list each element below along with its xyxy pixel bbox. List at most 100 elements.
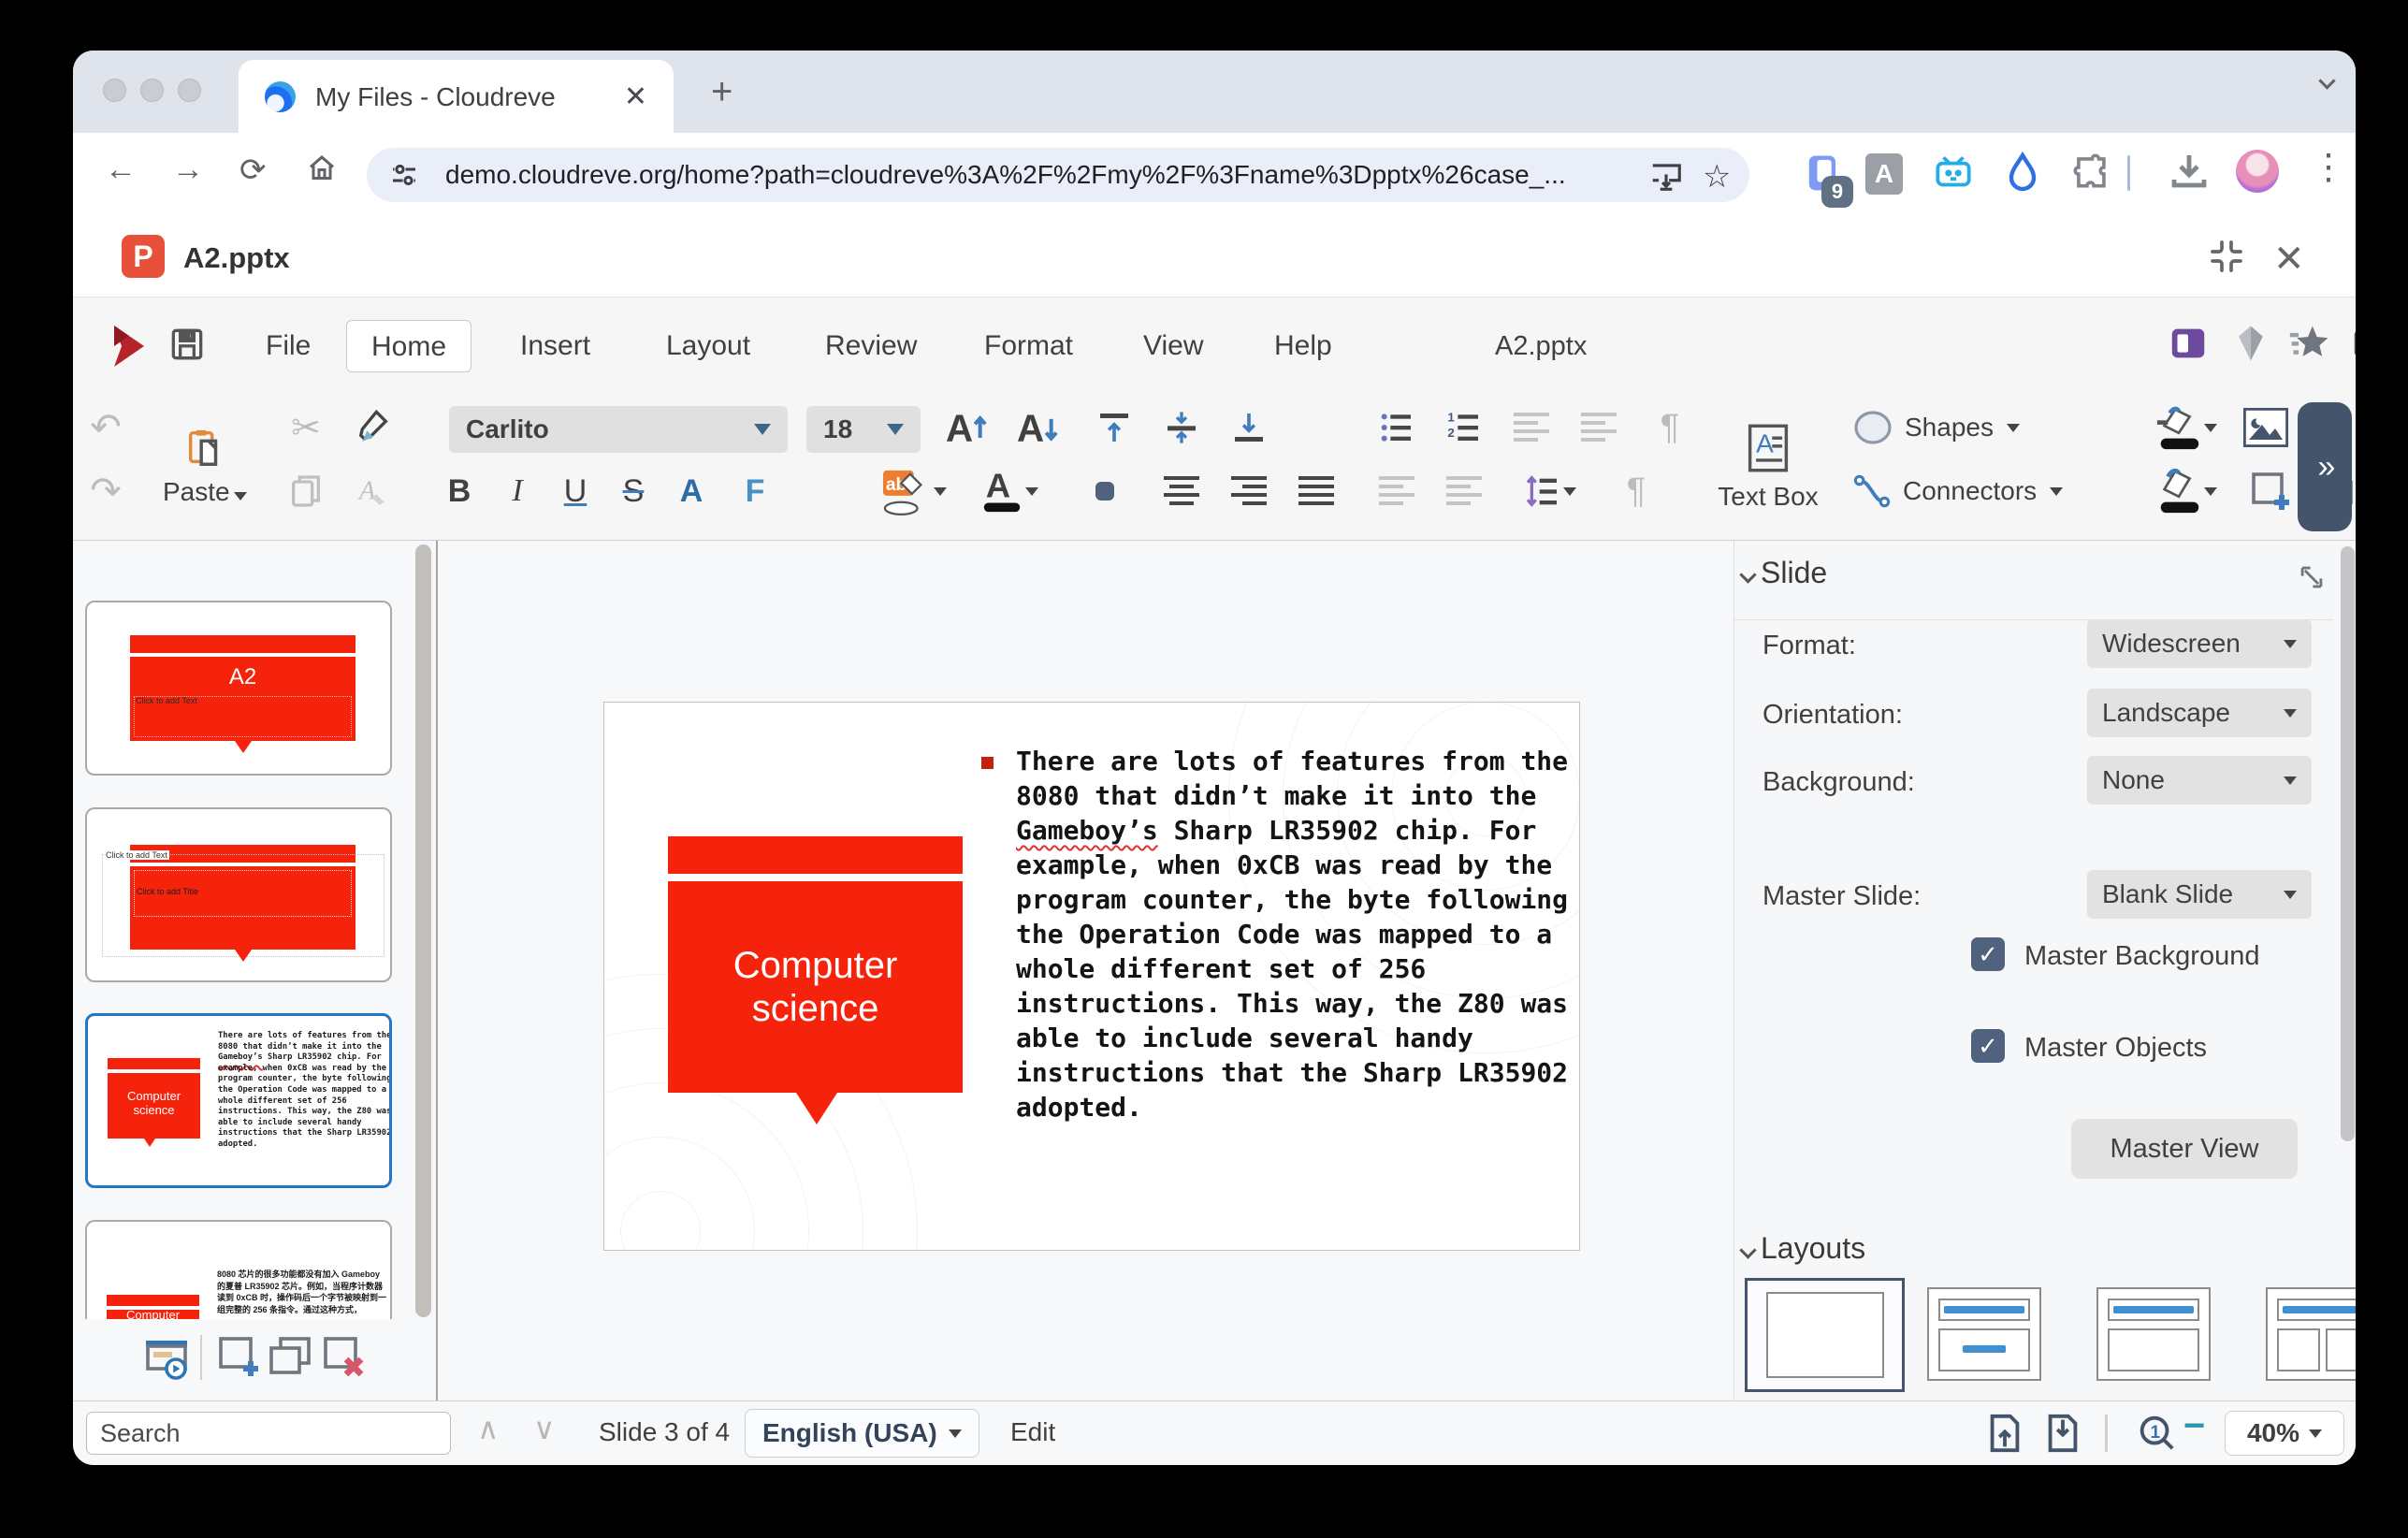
copy-icon[interactable] (277, 464, 335, 518)
underline-icon[interactable]: U (546, 464, 604, 518)
water-drop-extension-icon[interactable] (2000, 150, 2045, 195)
move-up-icon[interactable] (1368, 464, 1426, 518)
tab-close-icon[interactable]: ✕ (624, 80, 647, 113)
slide-thumbnail-3[interactable]: Computer science There are lots of featu… (85, 1013, 392, 1188)
find-next-icon[interactable]: ∨ (533, 1411, 555, 1446)
zoom-100-icon[interactable]: 1 (2135, 1411, 2178, 1456)
paragraph-settings-icon[interactable]: ¶ (1607, 464, 1665, 518)
slide-thumbnail-2[interactable]: Click to add Text Click to add Title (85, 807, 392, 982)
menu-view[interactable]: View (1119, 320, 1227, 372)
numbered-list-icon[interactable]: 12 (1435, 400, 1493, 455)
language-button[interactable]: English (USA) (745, 1409, 979, 1458)
start-slideshow-icon[interactable] (142, 1333, 191, 1380)
bilibili-extension-icon[interactable] (1930, 150, 1977, 196)
search-input[interactable] (86, 1412, 451, 1455)
layout-two-content[interactable] (2266, 1287, 2356, 1381)
shape-fill-color-button[interactable] (2139, 464, 2232, 518)
favorites-star-icon[interactable] (2288, 322, 2333, 365)
add-slide-icon[interactable] (2241, 464, 2299, 518)
collapse-layouts-section-icon[interactable] (1742, 1244, 1754, 1261)
profile-avatar[interactable] (2236, 150, 2279, 193)
minimize-traffic-light[interactable] (140, 79, 164, 102)
master-objects-checkbox[interactable]: ✓ (1971, 1029, 2005, 1063)
zoom-out-icon[interactable]: − (2183, 1405, 2205, 1447)
move-down-icon[interactable] (1435, 464, 1493, 518)
strikethrough-icon[interactable]: S (604, 464, 662, 518)
orientation-select[interactable]: Landscape (2087, 689, 2312, 737)
layout-blank-selected[interactable] (1745, 1278, 1905, 1392)
connectors-button[interactable]: Connectors (1850, 464, 2122, 518)
layout-title-content[interactable] (1927, 1287, 2041, 1381)
menu-layout[interactable]: Layout (642, 320, 775, 372)
master-view-button[interactable]: Master View (2071, 1119, 2298, 1179)
collapse-slide-section-icon[interactable] (1742, 569, 1754, 586)
master-background-checkbox[interactable]: ✓ (1971, 937, 2005, 971)
back-icon[interactable]: ← (105, 152, 137, 188)
expand-toolbar-button[interactable]: » (2298, 402, 2352, 531)
insert-paragraph-icon[interactable]: ¶ (1641, 400, 1699, 455)
format-select[interactable]: Widescreen (2087, 619, 2312, 668)
text-box-button[interactable]: A Text Box (1693, 399, 1843, 535)
background-select[interactable]: None (2087, 756, 2312, 805)
fit-slide-icon[interactable] (1983, 1411, 2026, 1456)
redo-icon[interactable]: ↷ (77, 464, 135, 518)
slide-fill-color-button[interactable] (2139, 400, 2232, 455)
find-previous-icon[interactable]: ∧ (477, 1411, 499, 1446)
bookmark-star-icon[interactable]: ☆ (1703, 158, 1731, 196)
exit-fullscreen-icon[interactable] (2208, 238, 2245, 275)
copy-style-icon[interactable] (344, 400, 402, 455)
shapes-button[interactable]: Shapes (1850, 400, 2084, 455)
card-panel-icon[interactable] (2348, 322, 2356, 365)
text-effect-a-icon[interactable]: A (662, 464, 720, 518)
menu-review[interactable]: Review (801, 320, 941, 372)
extensions-puzzle-icon[interactable] (2069, 150, 2114, 195)
increase-font-size-icon[interactable]: A (937, 400, 995, 455)
cut-icon[interactable]: ✂ (277, 400, 335, 455)
save-icon[interactable] (167, 324, 208, 365)
delete-slide-icon[interactable] (320, 1333, 369, 1380)
align-bottom-icon[interactable] (1220, 400, 1278, 455)
slide-title-callout[interactable]: Computer science (668, 881, 963, 1093)
font-color-button[interactable]: A (964, 464, 1053, 518)
open-advanced-settings-icon[interactable] (2296, 561, 2328, 593)
align-justify-icon[interactable] (1287, 464, 1345, 518)
browser-menu-kebab-icon[interactable]: ⋮ (2311, 146, 2346, 188)
line-spacing-button[interactable] (1506, 464, 1592, 518)
theme-panel-icon[interactable] (2167, 322, 2210, 365)
url-bar[interactable]: demo.cloudreve.org/home?path=cloudreve%3… (367, 148, 1749, 202)
fit-width-icon[interactable] (2041, 1411, 2084, 1456)
tab-search-chevron-icon[interactable] (2321, 75, 2333, 92)
letter-a-extension-icon[interactable]: A (1865, 153, 1903, 195)
zoom-level-select[interactable]: 40% (2225, 1411, 2344, 1456)
text-effect-f-icon[interactable]: F (726, 464, 784, 518)
reload-icon[interactable]: ⟳ (239, 152, 267, 189)
install-app-icon[interactable] (1648, 158, 1684, 194)
zoom-traffic-light[interactable] (178, 79, 201, 102)
decrease-indent-icon[interactable] (1502, 400, 1560, 455)
forward-icon[interactable]: → (172, 152, 204, 188)
add-slide-footer-icon[interactable] (215, 1333, 264, 1380)
new-tab-button[interactable]: + (711, 71, 733, 113)
duplicate-slide-footer-icon[interactable] (266, 1333, 314, 1380)
clear-style-icon[interactable]: A (344, 464, 402, 518)
menu-file[interactable]: File (241, 320, 335, 372)
align-middle-icon[interactable] (1153, 400, 1211, 455)
paste-button[interactable]: Paste (153, 399, 256, 535)
site-settings-icon[interactable] (387, 158, 421, 192)
menu-insert[interactable]: Insert (496, 320, 615, 372)
current-slide[interactable]: Computer science There are lots of featu… (603, 702, 1580, 1251)
slide-canvas[interactable]: Computer science There are lots of featu… (440, 541, 1733, 1400)
align-center-icon[interactable] (1153, 464, 1211, 518)
bullet-list-icon[interactable] (1368, 400, 1426, 455)
url-text[interactable]: demo.cloudreve.org/home?path=cloudreve%3… (445, 160, 1566, 190)
italic-icon[interactable]: I (488, 464, 546, 518)
align-right-icon[interactable] (1220, 464, 1278, 518)
slide-thumbnail-1[interactable]: A2 Click to add Text (85, 601, 392, 776)
downloads-icon[interactable] (2167, 150, 2212, 195)
increase-indent-icon[interactable] (1570, 400, 1628, 455)
thumbnails-scrollbar[interactable] (415, 544, 431, 1317)
slide-thumbnail-4[interactable]: Computer 8080 芯片的很多功能都没有加入 Gameboy 的夏普 L… (85, 1220, 392, 1319)
gem-icon[interactable] (2230, 322, 2271, 365)
layout-title-only[interactable] (2096, 1287, 2211, 1381)
close-viewer-icon[interactable]: ✕ (2273, 238, 2305, 281)
